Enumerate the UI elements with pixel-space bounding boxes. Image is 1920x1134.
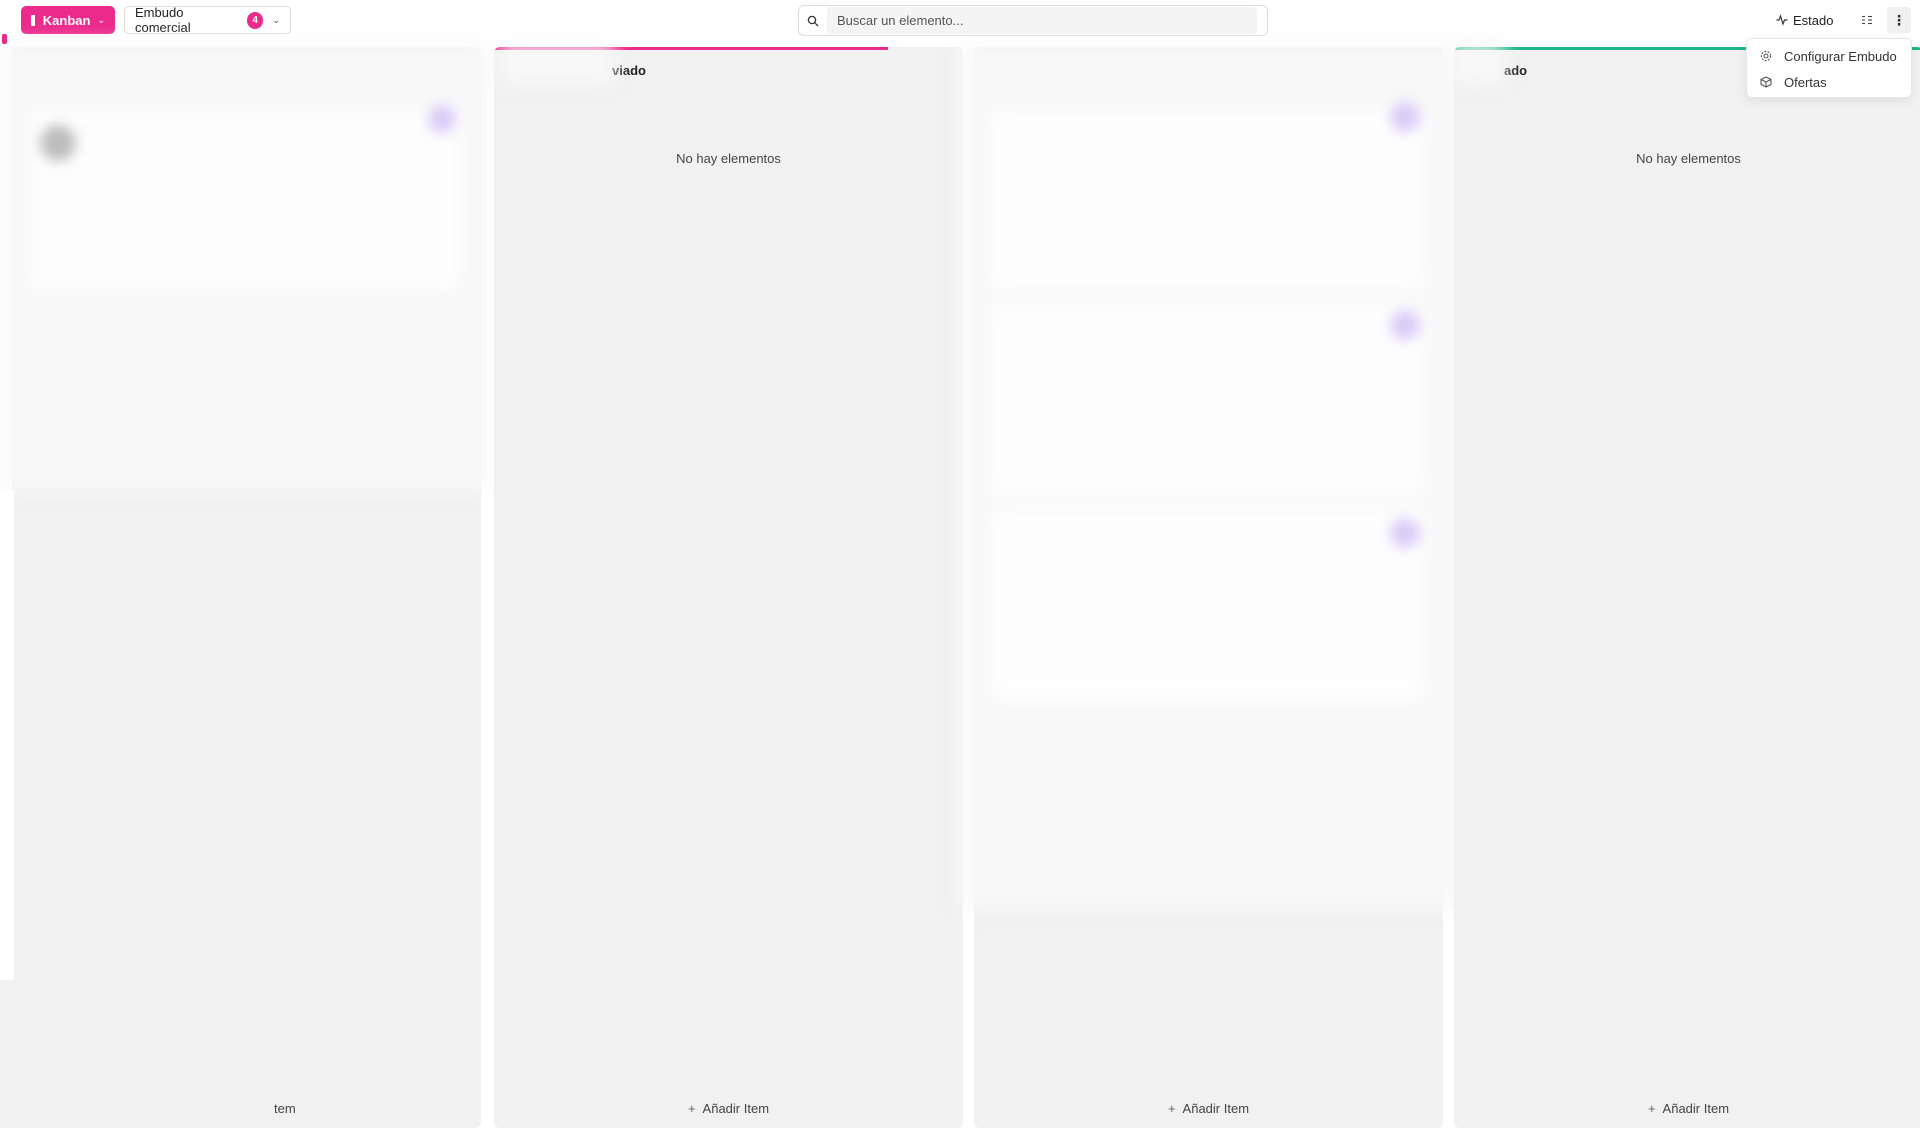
search-icon (799, 6, 827, 35)
obscured-card (990, 510, 1425, 700)
status-indicator (1390, 518, 1420, 548)
avatar (40, 125, 76, 161)
menu-item-configurar-embudo[interactable]: Configurar Embudo (1747, 43, 1911, 69)
obscured-region (1450, 44, 1505, 84)
status-filter-label: Estado (1793, 12, 1834, 28)
top-toolbar: Kanban ⌄ Embudo comercial 4 ⌄ Estado ⋮ (0, 0, 1920, 40)
obscured-card (30, 110, 460, 290)
columns-settings-button[interactable] (1856, 8, 1878, 32)
column-title: ado (1504, 63, 1528, 78)
scroll-indicator (2, 34, 7, 44)
add-item-button[interactable]: tem (274, 1101, 481, 1116)
edge-strip (0, 490, 14, 980)
pipeline-selector-button[interactable]: Embudo comercial 4 ⌄ (124, 5, 291, 35)
plus-icon: + (1167, 1101, 1176, 1116)
status-indicator (1390, 102, 1420, 132)
box-icon (1760, 76, 1772, 88)
kanban-icon (31, 14, 37, 26)
add-item-button[interactable]: + Añadir Item (974, 1101, 1443, 1116)
column-title: viado (612, 63, 646, 78)
view-switcher-label: Kanban (42, 12, 91, 28)
plus-icon: + (687, 1101, 696, 1116)
activity-icon (1776, 14, 1788, 26)
search-input[interactable] (827, 7, 1257, 34)
obscured-card (990, 305, 1425, 495)
gear-icon (1760, 50, 1772, 62)
add-item-button[interactable]: + Añadir Item (1454, 1101, 1920, 1116)
status-indicator (428, 105, 456, 133)
add-item-label: tem (274, 1101, 296, 1116)
add-item-label: Añadir Item (1182, 1101, 1250, 1116)
menu-item-label: Ofertas (1784, 74, 1827, 90)
add-item-button[interactable]: + Añadir Item (494, 1101, 963, 1116)
add-item-label: Añadir Item (1662, 1101, 1730, 1116)
pipeline-selector-label: Embudo comercial (135, 5, 191, 35)
chevron-down-icon: ⌄ (97, 14, 105, 25)
empty-state-text: No hay elementos (1636, 151, 1741, 166)
kebab-icon: ⋮ (1892, 11, 1906, 28)
kanban-column-2: viado No hay elementos + Añadir Item (494, 47, 963, 1128)
menu-item-label: Configurar Embudo (1784, 48, 1897, 64)
plus-icon: + (1647, 1101, 1656, 1116)
menu-item-ofertas[interactable]: Ofertas (1747, 69, 1911, 95)
empty-state-text: No hay elementos (676, 151, 781, 166)
columns-icon (1862, 15, 1872, 25)
status-indicator (1390, 310, 1420, 340)
options-menu: Configurar Embudo Ofertas (1746, 38, 1912, 98)
search-box (798, 5, 1268, 36)
more-options-button[interactable]: ⋮ (1887, 7, 1911, 33)
obscured-card (990, 110, 1425, 290)
obscured-region-bottom (0, 980, 270, 1134)
obscured-region (500, 44, 615, 84)
add-item-label: Añadir Item (702, 1101, 770, 1116)
kanban-column-4: ado No hay elementos + Añadir Item (1454, 47, 1920, 1128)
edge-strip-bottom (0, 1128, 270, 1134)
pipeline-count-badge: 4 (246, 11, 264, 29)
status-filter-button[interactable]: Estado (1776, 8, 1833, 32)
chevron-down-icon: ⌄ (272, 14, 280, 25)
view-switcher-button[interactable]: Kanban ⌄ (21, 6, 115, 34)
